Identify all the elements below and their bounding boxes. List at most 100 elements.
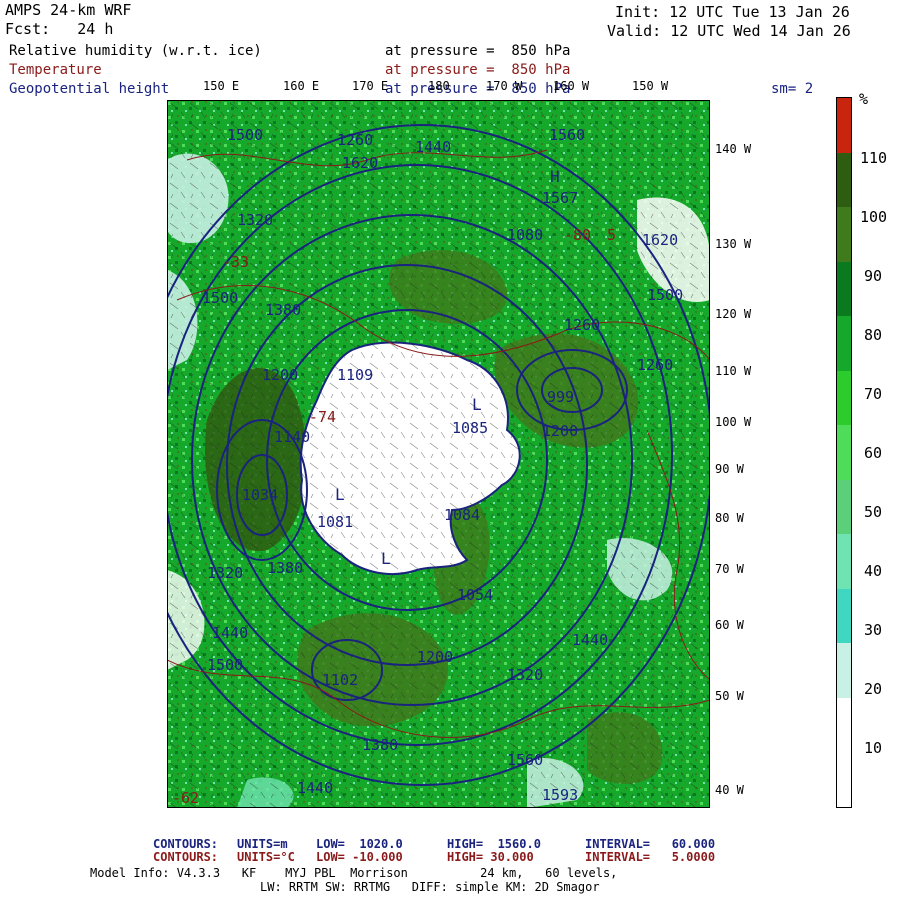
height-label: 1567: [542, 189, 578, 207]
height-label: 1034: [242, 486, 278, 504]
height-label: 1080: [507, 226, 543, 244]
contours-height-low: LOW= 1020.0: [316, 837, 403, 851]
lon-label: 150 W: [632, 79, 669, 93]
height-label: 1320: [237, 211, 273, 229]
colorbar-segment: [837, 534, 851, 589]
field-rh-level: at pressure = 850 hPa: [385, 43, 571, 59]
colorbar-segment: [837, 316, 851, 371]
colorbar-tick: 80: [864, 326, 883, 344]
lon-label: 80 W: [715, 511, 744, 525]
contours-temp-interval: INTERVAL= 5.0000: [585, 850, 716, 864]
temp-label: -62: [172, 789, 199, 807]
height-label: 1260: [337, 131, 373, 149]
temp-label: -74: [309, 408, 336, 426]
height-label: 1081: [317, 513, 353, 531]
low-marker: L: [381, 549, 391, 568]
lon-label: 150 E: [203, 79, 240, 93]
temp-label: -80: [564, 226, 591, 244]
colorbar-segment: [837, 643, 851, 698]
field-height-name: Geopotential height: [9, 81, 170, 97]
low-marker: L: [335, 485, 345, 504]
height-label: 1620: [342, 154, 378, 172]
height-label: 1500: [207, 656, 243, 674]
height-label: 1440: [415, 138, 451, 156]
colorbar-tick: 60: [864, 444, 883, 462]
contours-height-label: CONTOURS:: [153, 837, 219, 851]
lon-label: 70 W: [715, 562, 744, 576]
height-label: 1260: [637, 356, 673, 374]
colorbar-unit: %: [859, 90, 869, 108]
lon-label: 180: [428, 79, 450, 93]
contours-temp-low: LOW= -10.000: [316, 850, 403, 864]
colorbar-tick: 90: [864, 267, 883, 285]
height-label: 1320: [207, 564, 243, 582]
model-info: Model Info: V4.3.3 KF MYJ PBL Morrison 2…: [90, 866, 618, 880]
height-label: 1620: [642, 231, 678, 249]
high-marker: H: [550, 167, 560, 186]
colorbar-tick: 110: [860, 149, 888, 167]
height-label: 1500: [202, 289, 238, 307]
colorbar-segment: [837, 425, 851, 480]
lon-label: 130 W: [715, 237, 752, 251]
field-temp-level: at pressure = 850 hPa: [385, 62, 571, 78]
lon-label: 50 W: [715, 689, 744, 703]
colorbar-segment: [837, 752, 851, 807]
height-label: 1440: [297, 779, 333, 797]
colorbar-segment: [837, 697, 851, 753]
lon-label: 160 W: [553, 79, 590, 93]
lon-label: 60 W: [715, 618, 744, 632]
height-label: 1440: [212, 624, 248, 642]
height-label: 1054: [457, 586, 493, 604]
colorbar-segment: [837, 152, 851, 208]
contours-temp-units: UNITS=°C: [237, 850, 295, 864]
height-label: 1560: [507, 751, 543, 769]
init-time: Init: 12 UTC Tue 13 Jan 26: [615, 3, 850, 21]
height-label: 1560: [549, 126, 585, 144]
colorbar-segment: [837, 588, 851, 644]
height-label: 1102: [322, 671, 358, 689]
field-rh-name: Relative humidity (w.r.t. ice): [9, 43, 262, 59]
contours-temp-label: CONTOURS:: [153, 850, 219, 864]
contours-height-high: HIGH= 1560.0: [447, 837, 541, 851]
height-label: 1500: [227, 126, 263, 144]
temp-label: -33: [222, 253, 249, 271]
colorbar-segment: [837, 261, 851, 317]
colorbar-segment: [837, 370, 851, 426]
colorbar: [836, 97, 852, 808]
lon-label: 160 E: [283, 79, 320, 93]
contours-height-units: UNITS=m: [237, 837, 288, 851]
height-label: 1200: [542, 422, 578, 440]
lon-label: 140 W: [715, 142, 752, 156]
colorbar-tick: 100: [860, 208, 888, 226]
model-info-physics: LW: RRTM SW: RRTMG DIFF: simple KM: 2D S…: [260, 880, 600, 894]
colorbar-segment: [837, 207, 851, 262]
colorbar-segment: [837, 98, 851, 153]
height-label: 1140: [274, 428, 310, 446]
colorbar-tick: 40: [864, 562, 883, 580]
field-temp-name: Temperature: [9, 62, 102, 78]
height-label: 1084: [444, 506, 480, 524]
height-label: 1380: [362, 736, 398, 754]
height-label: 1200: [417, 648, 453, 666]
colorbar-tick: 70: [864, 385, 883, 403]
colorbar-segment: [837, 479, 851, 535]
weather-map: 1500 1560 1620 1320 1440 1500 1380 1260 …: [167, 100, 710, 808]
lon-label: 120 W: [715, 307, 752, 321]
contours-height-interval: INTERVAL= 60.000: [585, 837, 716, 851]
height-label: 1500: [647, 286, 683, 304]
height-label: 999: [547, 388, 574, 406]
lon-label: 110 W: [715, 364, 752, 378]
lon-label: 100 W: [715, 415, 752, 429]
forecast-hour: Fcst: 24 h: [5, 20, 114, 38]
colorbar-tick: 30: [864, 621, 883, 639]
height-label: 1200: [262, 366, 298, 384]
lon-label: 90 W: [715, 462, 744, 476]
wind-barbs: [167, 100, 710, 808]
height-label: 1109: [337, 366, 373, 384]
height-label: 1440: [572, 631, 608, 649]
low-marker: L: [472, 395, 482, 414]
colorbar-tick: 50: [864, 503, 883, 521]
height-label: 1380: [267, 559, 303, 577]
height-label: 1320: [507, 666, 543, 684]
height-label: 1260: [564, 316, 600, 334]
